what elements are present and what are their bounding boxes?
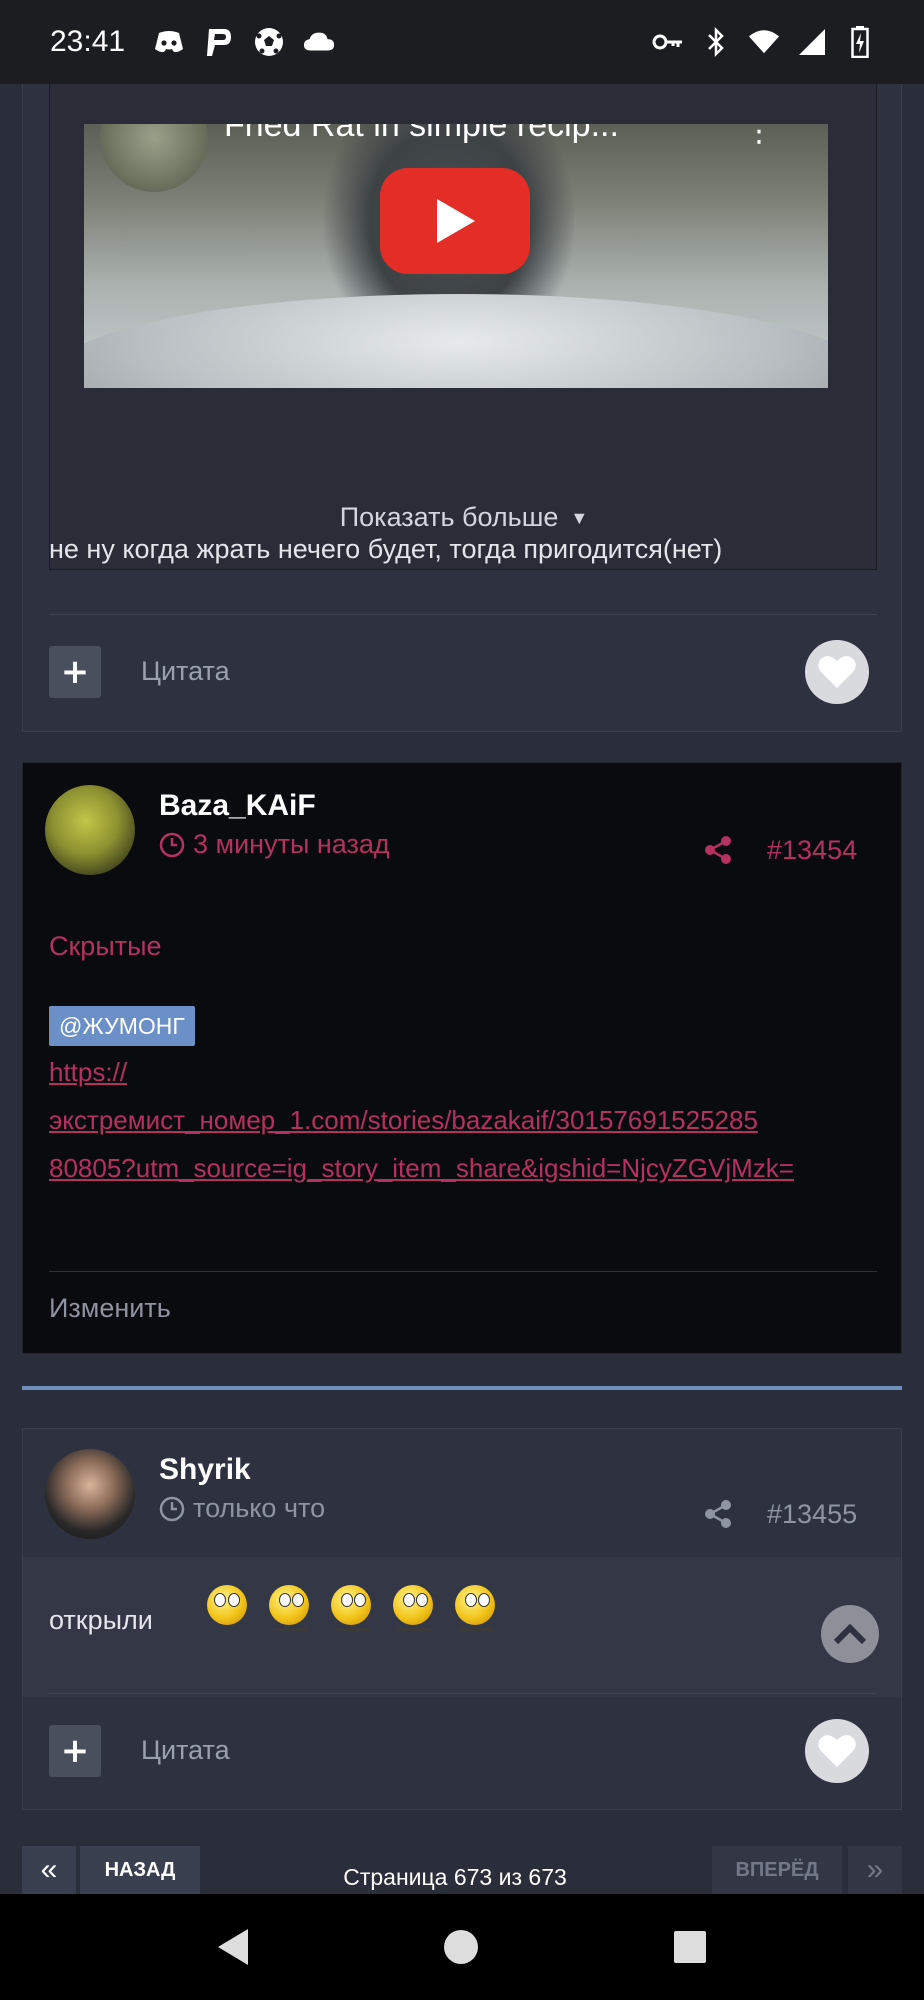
- chevron-up-icon: [833, 1623, 867, 1645]
- post-number[interactable]: #13455: [767, 1499, 857, 1530]
- post-link[interactable]: 80805?utm_source=ig_story_item_share&igs…: [49, 1153, 794, 1184]
- hidden-label: Скрытые: [49, 931, 162, 961]
- username[interactable]: Baza_KAiF: [159, 789, 316, 823]
- divider: [49, 614, 877, 615]
- post-card-3: Shyrik только что #13455 открыли + Цитат…: [22, 1428, 902, 1810]
- dancing-smiley-icon: [389, 1581, 439, 1637]
- edit-button[interactable]: Изменить: [49, 1293, 171, 1324]
- post-time: 3 минуты назад: [159, 829, 390, 860]
- post-card-2: Baza_KAiF 3 минуты назад #13454 Скрытые …: [22, 762, 902, 1354]
- quote-button[interactable]: Цитата: [141, 656, 230, 687]
- first-page-button[interactable]: «: [22, 1846, 76, 1894]
- post-text: не ну когда жрать нечего будет, тогда пр…: [49, 534, 723, 564]
- share-icon[interactable]: [703, 1499, 733, 1529]
- divider: [49, 1693, 877, 1694]
- signal-icon: [796, 26, 828, 58]
- post-time: только что: [159, 1493, 325, 1524]
- grinning-smiley-icon: [203, 1581, 253, 1637]
- share-icon[interactable]: [703, 835, 733, 865]
- battery-icon: [844, 26, 876, 58]
- back-icon[interactable]: [218, 1929, 248, 1965]
- pocket-p-icon: [203, 26, 235, 58]
- more-options-icon[interactable]: ⋮: [744, 124, 774, 149]
- multiquote-button[interactable]: +: [49, 646, 101, 698]
- emoji-row: [203, 1581, 501, 1637]
- post-card-1: Fried Rat in simple recip... ⋮ Показать …: [22, 40, 902, 732]
- youtube-play-button[interactable]: [380, 168, 530, 274]
- like-button[interactable]: [805, 1719, 869, 1783]
- system-nav-bar: [0, 1894, 924, 2000]
- post-text: открыли: [49, 1605, 153, 1635]
- cloud-icon: [303, 26, 335, 58]
- heart-icon: [818, 656, 856, 688]
- scroll-to-top-button[interactable]: [821, 1605, 879, 1663]
- username[interactable]: Shyrik: [159, 1453, 251, 1487]
- page-info: Страница 673 из 673: [343, 1864, 567, 1890]
- discord-icon: [153, 26, 185, 58]
- key-icon: [652, 26, 684, 58]
- wifi-icon: [748, 26, 780, 58]
- pagination: « НАЗАД Страница 673 из 673 ВПЕРЁД »: [0, 1846, 924, 1894]
- video-title[interactable]: Fried Rat in simple recip...: [224, 124, 619, 145]
- dancing-smiley-icon: [265, 1581, 315, 1637]
- new-posts-separator: [22, 1386, 902, 1390]
- clock-icon: [159, 1496, 185, 1521]
- prev-page-button[interactable]: НАЗАД: [80, 1846, 200, 1894]
- next-page-button[interactable]: ВПЕРЁД: [712, 1846, 842, 1894]
- dancing-smiley-icon: [451, 1581, 501, 1637]
- video-embed: Fried Rat in simple recip... ⋮ Показать …: [49, 80, 877, 570]
- video-image-pan: [84, 294, 828, 388]
- multiquote-button[interactable]: +: [49, 1725, 101, 1777]
- dancing-smiley-icon: [327, 1581, 377, 1637]
- soccer-ball-icon: [253, 26, 285, 58]
- show-more-label: Показать больше: [339, 502, 559, 532]
- mention-badge[interactable]: @ЖУМОНГ: [49, 1006, 195, 1046]
- avatar[interactable]: [45, 1449, 135, 1539]
- like-button[interactable]: [805, 640, 869, 704]
- post-link[interactable]: экстремист_номер_1.com/stories/bazakaif/…: [49, 1105, 758, 1136]
- heart-icon: [818, 1735, 856, 1767]
- status-time: 23:41: [50, 25, 126, 58]
- home-icon[interactable]: [444, 1930, 478, 1964]
- show-more-button[interactable]: Показать больше ▼: [50, 502, 878, 533]
- recents-icon[interactable]: [674, 1931, 706, 1963]
- clock-icon: [159, 832, 185, 857]
- avatar[interactable]: [45, 785, 135, 875]
- last-page-button[interactable]: »: [848, 1846, 902, 1894]
- divider: [49, 1271, 877, 1272]
- caret-down-icon: ▼: [570, 508, 589, 529]
- post-time-text: только что: [193, 1493, 326, 1523]
- video-thumbnail[interactable]: Fried Rat in simple recip... ⋮: [84, 124, 828, 388]
- quote-button[interactable]: Цитата: [141, 1735, 230, 1766]
- bluetooth-icon: [700, 26, 732, 58]
- post-link[interactable]: https://: [49, 1057, 127, 1088]
- post-time-text: 3 минуты назад: [193, 829, 390, 859]
- status-bar: 23:41: [0, 0, 924, 84]
- channel-avatar[interactable]: [100, 124, 208, 192]
- play-icon: [437, 199, 475, 243]
- post-number[interactable]: #13454: [767, 835, 857, 866]
